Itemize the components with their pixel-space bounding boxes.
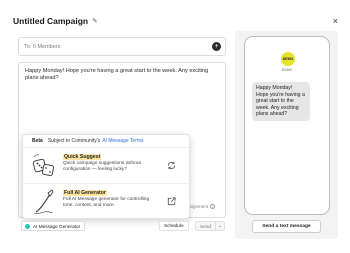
quick-suggest-option[interactable]: Quick Suggest Quick campaign suggestions… (23, 148, 189, 184)
send-test-message-button[interactable]: Send a text message (252, 220, 321, 233)
subject-text: Subject to Community's (47, 138, 101, 144)
chevron-down-icon[interactable]: ⌄ (215, 222, 224, 230)
preview-message-bubble: Happy Monday! Hope you're having a great… (252, 82, 310, 121)
campaign-title[interactable]: Untitled Campaign (13, 16, 88, 26)
add-recipient-icon[interactable]: + (212, 42, 221, 51)
ai-terms-link[interactable]: AI Message Terms (102, 138, 143, 144)
full-ai-generator-title: Full AI Generator (63, 190, 107, 196)
ai-message-generator-label: AI Message Generator (33, 223, 81, 229)
compose-footer: AI Message Generator Schedule Send ⌄ (18, 220, 226, 232)
recipients-field[interactable]: To: 0 Members + (18, 37, 226, 56)
message-text[interactable]: Happy Monday! Hope you're having a great… (25, 68, 219, 82)
ai-message-popup: Beta Subject to Community's AI Message T… (22, 134, 190, 219)
assignment-hint-label: ssignment (187, 204, 208, 209)
popup-header: Beta Subject to Community's AI Message T… (23, 135, 189, 148)
pen-illustration (33, 189, 54, 214)
modal-header: Untitled Campaign ✎ × (13, 14, 338, 28)
phone-preview: DEMO DEMO Happy Monday! Hope you're havi… (244, 36, 330, 215)
assignment-hint: ssignment i (187, 204, 215, 209)
schedule-button[interactable]: Schedule (159, 221, 189, 231)
avatar: DEMO (281, 52, 295, 66)
quick-suggest-title-text: Quick Suggest (63, 154, 102, 160)
send-label: Send (200, 223, 211, 229)
recipients-label: To: 0 Members (24, 43, 61, 50)
ai-sparkle-icon (25, 223, 30, 229)
beta-badge: Beta (32, 138, 43, 144)
full-ai-generator-title-text: Full AI Generator (63, 190, 107, 196)
send-button[interactable]: Send ⌄ (195, 221, 225, 231)
quick-suggest-description: Quick campaign suggestions without confi… (63, 161, 141, 173)
info-icon[interactable]: i (210, 204, 215, 209)
refresh-icon[interactable] (166, 160, 177, 171)
close-icon[interactable]: × (333, 14, 338, 28)
ai-message-generator-button[interactable]: AI Message Generator (21, 221, 86, 231)
avatar-caption: DEMO (281, 68, 293, 72)
dice-illustration (32, 154, 54, 176)
full-ai-generator-option[interactable]: Full AI Generator Full AI Message genera… (23, 184, 189, 220)
message-preview-panel: DEMO DEMO Happy Monday! Hope you're havi… (235, 31, 338, 239)
full-ai-generator-description: Full AI Message generator for controllin… (63, 197, 150, 209)
external-link-icon[interactable] (166, 196, 177, 207)
quick-suggest-title: Quick Suggest (63, 154, 102, 160)
pencil-icon[interactable]: ✎ (92, 17, 97, 25)
